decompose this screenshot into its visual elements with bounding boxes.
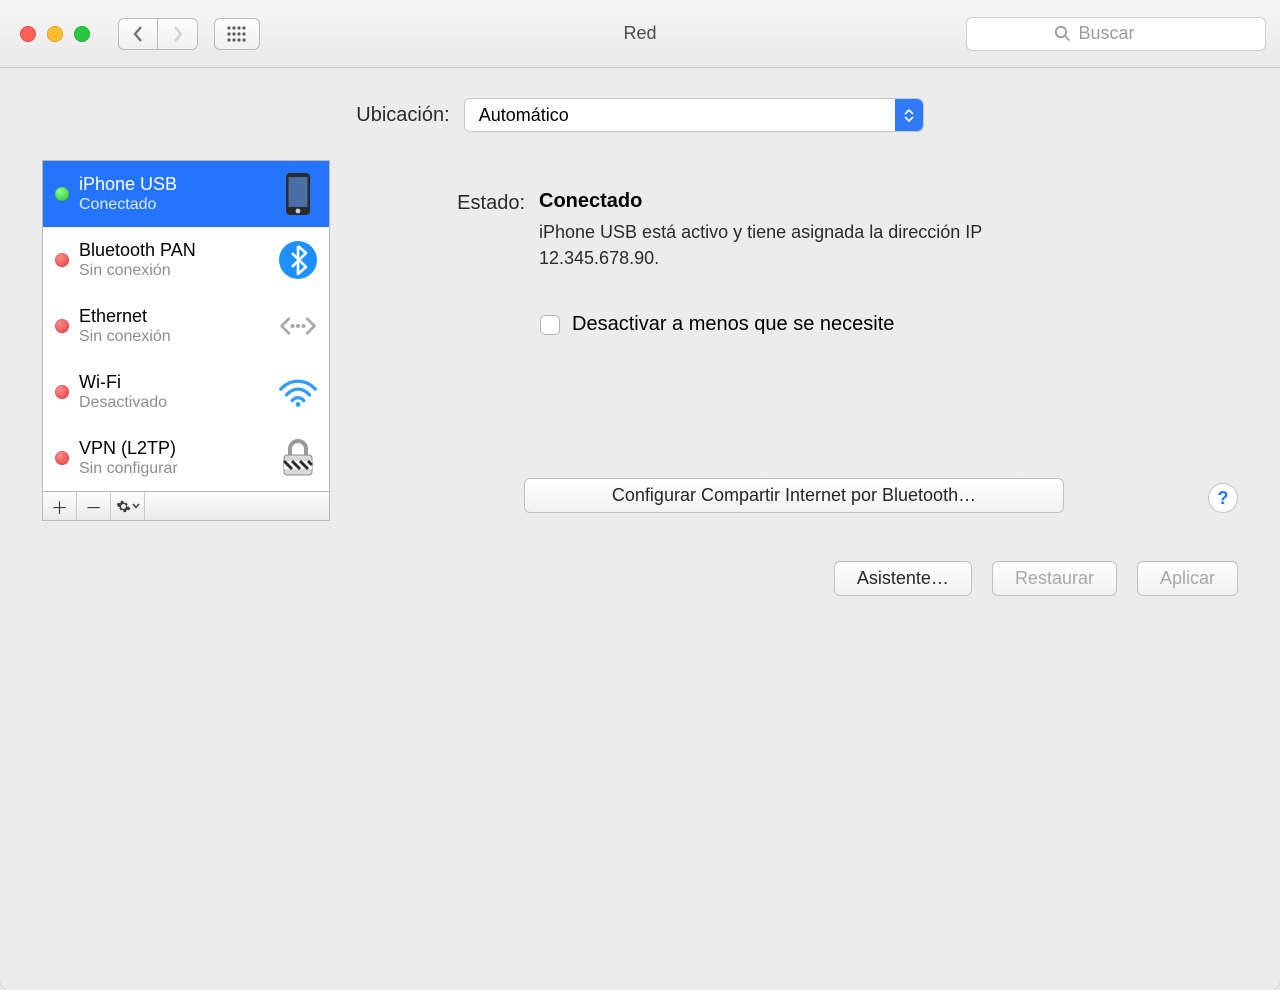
service-name: VPN (L2TP) xyxy=(79,437,267,460)
service-item-ethernet[interactable]: Ethernet Sin conexión xyxy=(43,293,329,359)
help-icon: ? xyxy=(1218,488,1229,509)
search-icon xyxy=(1054,25,1071,42)
disable-unless-needed-checkbox[interactable] xyxy=(540,315,560,335)
back-button[interactable] xyxy=(118,18,158,50)
location-select[interactable]: Automático xyxy=(464,98,924,132)
service-text: Ethernet Sin conexión xyxy=(79,305,267,348)
bottom-bar: Asistente… Restaurar Aplicar xyxy=(0,521,1280,596)
show-all-prefs-button[interactable] xyxy=(214,18,260,50)
grid-icon xyxy=(226,25,248,43)
service-item-wi-fi[interactable]: Wi-Fi Desactivado xyxy=(43,359,329,425)
minimize-window-button[interactable] xyxy=(47,26,63,42)
window-controls xyxy=(20,26,90,42)
status-dot xyxy=(55,385,69,399)
chevron-updown-icon xyxy=(895,99,923,131)
status-dot xyxy=(55,451,69,465)
add-service-button[interactable]: ＋ xyxy=(43,492,77,520)
disable-unless-needed-row[interactable]: Desactivar a menos que se necesite xyxy=(540,313,1218,336)
status-label: Estado: xyxy=(370,190,525,215)
remove-service-button[interactable]: － xyxy=(77,492,111,520)
location-label: Ubicación: xyxy=(356,104,449,127)
status-description: iPhone USB está activo y tiene asignada … xyxy=(539,219,1059,271)
status-dot xyxy=(55,187,69,201)
revert-button[interactable]: Restaurar xyxy=(992,561,1117,596)
service-text: iPhone USB Conectado xyxy=(79,173,267,216)
service-text: VPN (L2TP) Sin configurar xyxy=(79,437,267,480)
iphone-icon xyxy=(277,172,319,216)
service-name: Bluetooth PAN xyxy=(79,239,267,262)
content: Ubicación: Automático iPhone USB Conecta… xyxy=(0,68,1280,521)
forward-button[interactable] xyxy=(158,18,198,50)
detail-panel: Estado: Conectado iPhone USB está activo… xyxy=(350,160,1238,521)
disable-unless-needed-label: Desactivar a menos que se necesite xyxy=(572,313,894,336)
apply-button[interactable]: Aplicar xyxy=(1137,561,1238,596)
service-status: Sin conexión xyxy=(79,261,267,281)
search-field[interactable] xyxy=(966,17,1266,51)
service-item-iphone-usb[interactable]: iPhone USB Conectado xyxy=(43,161,329,227)
location-row: Ubicación: Automático xyxy=(42,98,1238,132)
status-dot xyxy=(55,319,69,333)
service-sidebar: iPhone USB Conectado Bluetooth PAN Sin c… xyxy=(42,160,330,521)
ethernet-icon xyxy=(277,309,319,343)
service-name: iPhone USB xyxy=(79,173,267,196)
help-button[interactable]: ? xyxy=(1208,483,1238,513)
titlebar: Red xyxy=(0,0,1280,68)
close-window-button[interactable] xyxy=(20,26,36,42)
service-text: Wi-Fi Desactivado xyxy=(79,371,267,414)
service-item-vpn-l2tp-[interactable]: VPN (L2TP) Sin configurar xyxy=(43,425,329,491)
status-value: Conectado xyxy=(539,190,1059,213)
service-name: Wi-Fi xyxy=(79,371,267,394)
service-status: Sin conexión xyxy=(79,327,267,347)
vpn-icon xyxy=(277,437,319,479)
service-status: Desactivado xyxy=(79,393,267,413)
service-actions-menu[interactable] xyxy=(111,492,145,520)
nav-buttons xyxy=(118,18,198,50)
search-input[interactable] xyxy=(1079,23,1179,44)
wifi-icon xyxy=(277,375,319,409)
status-dot xyxy=(55,253,69,267)
minus-icon: － xyxy=(85,494,102,519)
gear-icon xyxy=(116,499,140,514)
service-status: Conectado xyxy=(79,195,267,215)
service-status: Sin configurar xyxy=(79,459,267,479)
configure-bluetooth-button[interactable]: Configurar Compartir Internet por Blueto… xyxy=(524,478,1064,513)
service-text: Bluetooth PAN Sin conexión xyxy=(79,239,267,282)
zoom-window-button[interactable] xyxy=(74,26,90,42)
bluetooth-icon xyxy=(277,240,319,280)
location-value: Automático xyxy=(479,105,569,126)
assistant-button[interactable]: Asistente… xyxy=(834,561,972,596)
service-list-footer: ＋ － xyxy=(42,491,330,521)
footer-filler xyxy=(145,492,329,520)
service-item-bluetooth-pan[interactable]: Bluetooth PAN Sin conexión xyxy=(43,227,329,293)
service-list[interactable]: iPhone USB Conectado Bluetooth PAN Sin c… xyxy=(42,160,330,491)
service-name: Ethernet xyxy=(79,305,267,328)
plus-icon: ＋ xyxy=(51,494,68,519)
